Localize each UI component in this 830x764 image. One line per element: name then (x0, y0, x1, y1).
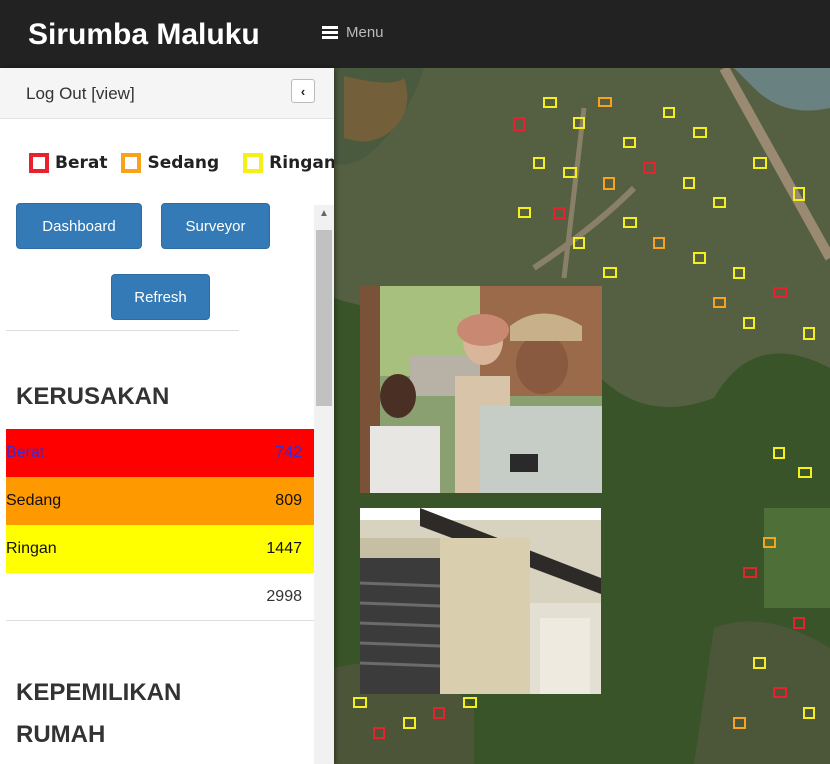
survey-photo-people[interactable] (360, 286, 602, 493)
logout-link[interactable]: Log Out [view] (26, 84, 135, 104)
menu-toggle-button[interactable]: Menu (322, 24, 384, 41)
legend-label-berat: Berat (55, 153, 108, 173)
survey-photo-damage[interactable] (360, 508, 601, 694)
kerusakan-heading: KERUSAKAN (16, 383, 170, 410)
legend-label-sedang: Sedang (147, 153, 220, 173)
legend-item-berat: Berat (29, 153, 107, 173)
row-label-sedang: Sedang (6, 492, 62, 509)
kepemilikan-heading: KEPEMILIKAN RUMAH (16, 679, 182, 748)
damage-photo-image (360, 508, 601, 694)
damage-legend: Berat Sedang Ringan (29, 150, 334, 176)
row-value-ringan: 1447 (266, 540, 302, 557)
table-row-sedang: Sedang 809 (6, 477, 314, 525)
top-navbar: Sirumba Maluku Menu (0, 0, 830, 68)
app-title[interactable]: Sirumba Maluku (28, 18, 260, 52)
collapse-sidebar-button[interactable]: ‹ (291, 79, 315, 103)
legend-item-sedang: Sedang (121, 153, 219, 173)
table-row-total: 2998 (6, 573, 314, 621)
dashboard-button[interactable]: Dashboard (16, 203, 142, 249)
row-value-berat: 742 (275, 444, 302, 461)
legend-swatch-berat (29, 153, 49, 173)
menu-label: Menu (346, 24, 384, 41)
sidebar: Log Out [view] ‹ Berat Sedang Ringan Das… (0, 68, 334, 764)
legend-label-ringan: Ringan (269, 153, 334, 173)
people-photo-image (360, 286, 602, 493)
legend-swatch-sedang (121, 153, 142, 173)
refresh-button[interactable]: Refresh (111, 274, 210, 320)
row-label-ringan: Ringan (6, 540, 57, 557)
sidebar-scrollbar[interactable]: ▲ (314, 205, 334, 764)
legend-swatch-ringan (243, 153, 264, 173)
hamburger-icon (322, 26, 338, 39)
sidebar-divider (6, 330, 239, 331)
chevron-left-icon: ‹ (300, 83, 306, 99)
scrollbar-thumb[interactable] (316, 230, 332, 406)
sidebar-header: Log Out [view] ‹ (0, 68, 334, 119)
row-value-sedang: 809 (275, 492, 302, 509)
scroll-up-arrow-icon[interactable]: ▲ (314, 205, 334, 223)
row-value-total: 2998 (266, 587, 302, 605)
table-row-ringan: Ringan 1447 (6, 525, 314, 573)
table-row-berat: Berat 742 (6, 429, 314, 477)
surveyor-button[interactable]: Surveyor (161, 203, 270, 249)
kerusakan-table: Berat 742 Sedang 809 Ringan 1447 2998 (6, 429, 314, 621)
row-label-berat: Berat (6, 444, 45, 461)
legend-item-ringan: Ringan (243, 153, 334, 173)
